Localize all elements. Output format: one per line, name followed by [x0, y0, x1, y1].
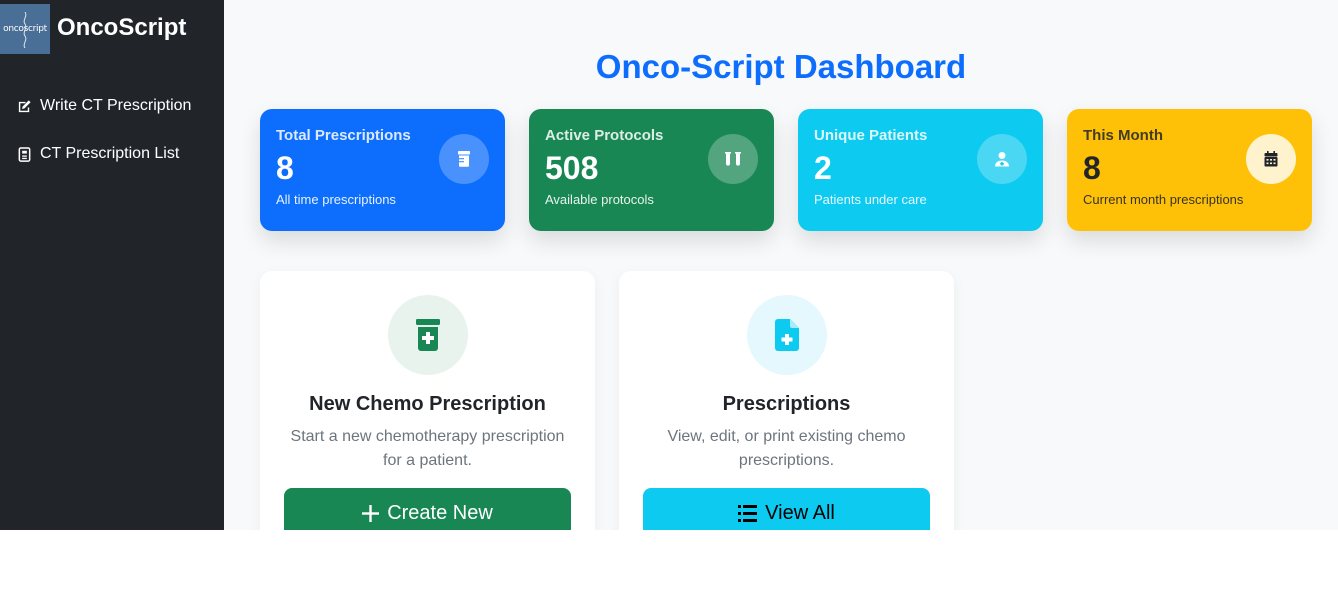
action-title: Prescriptions	[722, 393, 851, 415]
app-viewport: oncoscript OncoScript Write CT Prescript…	[0, 0, 1338, 530]
sidebar: oncoscript OncoScript Write CT Prescript…	[0, 0, 224, 530]
stat-card-this-month: This Month 8 Current month prescriptions	[1067, 109, 1312, 231]
stat-card-active-protocols: Active Protocols 508 Available protocols	[529, 109, 774, 231]
create-new-button[interactable]: Create New	[284, 488, 571, 530]
user-doctor-icon	[977, 134, 1027, 184]
stat-card-unique-patients: Unique Patients 2 Patients under care	[798, 109, 1043, 231]
actions-row: New Chemo Prescription Start a new chemo…	[260, 271, 954, 530]
stats-row: Total Prescriptions 8 All time prescript…	[260, 109, 1312, 231]
view-all-button[interactable]: View All	[643, 488, 930, 530]
file-medical-icon	[746, 295, 827, 375]
action-description: Start a new chemotherapy prescription fo…	[290, 428, 565, 469]
calendar-icon	[1246, 134, 1296, 184]
page-title: Onco-Script Dashboard	[595, 48, 967, 85]
view-all-button-label: View All	[765, 501, 835, 524]
action-title: New Chemo Prescription	[309, 393, 546, 415]
stat-card-total-prescriptions: Total Prescriptions 8 All time prescript…	[260, 109, 505, 231]
action-card-prescriptions: Prescriptions View, edit, or print exist…	[619, 271, 954, 530]
prescription-bottle-icon	[439, 134, 489, 184]
stat-subtext: Current month prescriptions	[1083, 192, 1244, 207]
logo: oncoscript	[0, 4, 50, 54]
brand[interactable]: oncoscript OncoScript	[0, 0, 224, 60]
action-card-new-prescription: New Chemo Prescription Start a new chemo…	[260, 271, 595, 530]
main-content: Onco-Script Dashboard Total Prescription…	[224, 0, 1338, 530]
create-new-button-label: Create New	[387, 501, 493, 524]
stat-subtext: Patients under care	[814, 192, 927, 207]
sidebar-item-ct-prescription-list[interactable]: CT Prescription List	[0, 130, 224, 178]
list-icon	[738, 504, 758, 522]
stat-subtext: Available protocols	[545, 192, 654, 207]
pencil-square-icon	[16, 98, 32, 114]
stat-subtext: All time prescriptions	[276, 192, 396, 207]
sidebar-item-write-ct-prescription[interactable]: Write CT Prescription	[0, 82, 224, 130]
vials-icon	[708, 134, 758, 184]
file-list-icon	[16, 146, 32, 162]
logo-wave-icon	[23, 12, 27, 48]
prescription-bottle-medical-icon	[387, 295, 468, 375]
sidebar-item-label: CT Prescription List	[40, 145, 180, 162]
brand-name: OncoScript	[57, 14, 187, 41]
plus-icon	[362, 504, 380, 522]
sidebar-nav: Write CT Prescription CT Prescription Li…	[0, 82, 224, 178]
sidebar-item-label: Write CT Prescription	[40, 97, 192, 114]
action-description: View, edit, or print existing chemo pres…	[667, 428, 906, 469]
